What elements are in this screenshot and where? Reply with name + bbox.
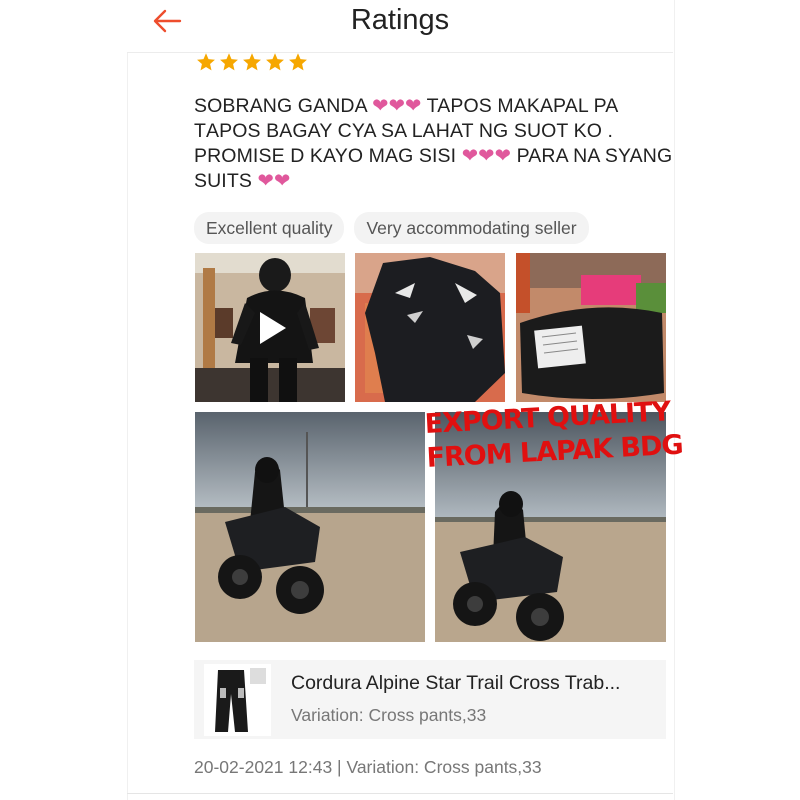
star-icon [289,53,307,71]
heart-icon: ❤ [478,145,495,167]
divider [127,793,673,794]
product-name: Cordura Alpine Star Trail Cross Trab... [291,672,621,694]
review-photo-package[interactable] [516,253,666,402]
product-thumbnail [204,664,271,736]
page-title: Ratings [350,4,450,36]
star-icon [220,53,238,71]
star-icon [197,53,215,71]
review-tags: Excellent quality Very accommodating sel… [194,212,589,244]
heart-icon: ❤ [372,95,389,117]
product-variation: Variation: Cross pants,33 [291,705,487,725]
export-quality-overlay: EXPORT QUALITY FROM LAPAK BDG [424,395,683,476]
heart-icon: ❤ [273,170,291,192]
star-icon [266,53,284,71]
tag-excellent-quality: Excellent quality [194,212,345,244]
heart-icon: ❤ [405,95,422,117]
product-card[interactable]: Cordura Alpine Star Trail Cross Trab... … [194,660,666,739]
review-video-thumbnail[interactable] [195,253,345,402]
review-meta: 20-02-2021 12:43 | Variation: Cross pant… [194,757,542,777]
star-icon [243,53,261,71]
review-text: SOBRANG GANDA ❤❤❤ TAPOS MAKAPAL PA TAPOS… [194,95,673,192]
heart-icon: ❤ [388,95,406,117]
review-photo-motorbike-1[interactable] [195,412,425,642]
review-photo-jacket[interactable] [355,253,505,402]
heart-icon: ❤ [461,145,479,167]
play-icon [260,311,286,344]
heart-icon: ❤ [494,145,512,167]
tag-accommodating-seller: Very accommodating seller [354,212,589,244]
rating-stars [196,52,308,74]
heart-icon: ❤ [257,170,274,192]
